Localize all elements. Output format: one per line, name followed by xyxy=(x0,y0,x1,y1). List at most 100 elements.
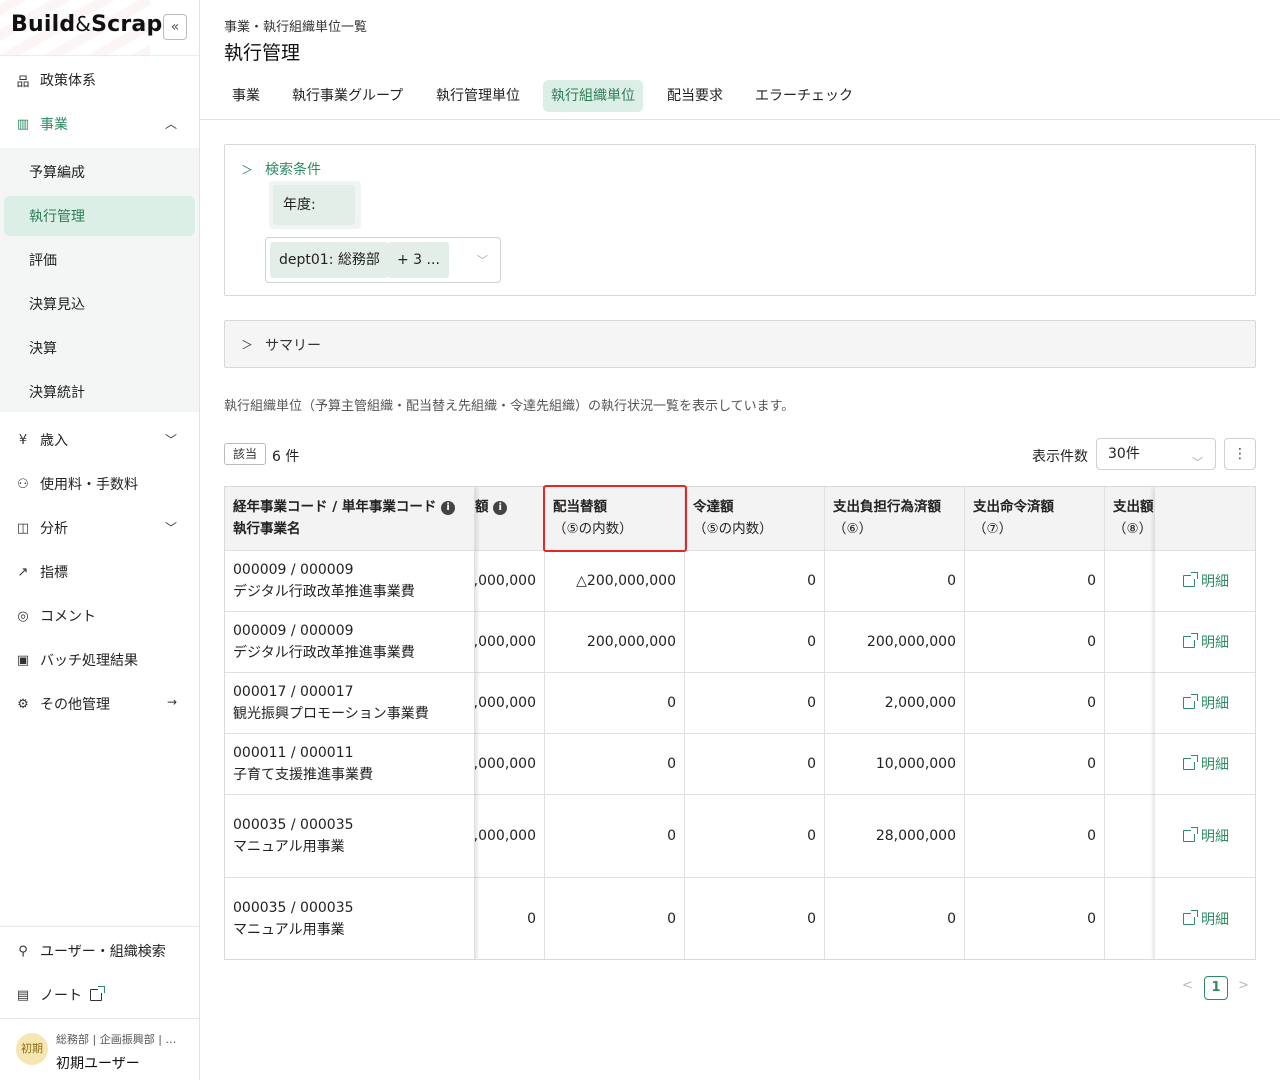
hierarchy-icon: 品 xyxy=(16,74,30,90)
sidebar-subitem-execution[interactable]: 執行管理 xyxy=(4,196,195,236)
row-detail-link[interactable]: 明細 xyxy=(1155,551,1255,612)
external-link-icon xyxy=(1183,755,1198,770)
summary-panel[interactable]: ＞ サマリー xyxy=(224,320,1256,368)
row-code: 000009 / 000009 xyxy=(233,562,354,578)
row-detail-link[interactable]: 明細 xyxy=(1155,878,1255,959)
table-header-remittance: 令達額 （⑤の内数） xyxy=(685,487,825,551)
table-header-commitment: 支出負担行為済額 （⑥） xyxy=(825,487,965,551)
sidebar-item-revenue[interactable]: ¥ 歳入 ﹀ xyxy=(0,420,199,460)
yen-icon: ¥ xyxy=(18,432,28,448)
per-page-select[interactable]: 30件 ﹀ xyxy=(1096,438,1216,470)
chevron-up-icon: ︿ xyxy=(164,117,177,131)
row-amount-cell: 0 xyxy=(825,878,965,959)
app-logo[interactable]: Build&Scrap xyxy=(11,12,162,37)
department-select[interactable]: dept01: 総務部 + 3 ... ﹀ xyxy=(265,237,501,283)
sidebar-item-label: 事業 xyxy=(40,117,68,133)
sidebar-item-user-search[interactable]: ⚲ ユーザー・組織検索 xyxy=(0,931,199,971)
row-amount-cell: 0 xyxy=(685,795,825,878)
header-sublabel: （⑦） xyxy=(973,521,1013,537)
detail-label: 明細 xyxy=(1201,829,1229,845)
chevron-right-icon[interactable]: ＞ xyxy=(241,161,253,178)
row-detail-link[interactable]: 明細 xyxy=(1155,612,1255,673)
table-header-partial: 額 i xyxy=(475,487,545,551)
detail-label: 明細 xyxy=(1201,696,1229,712)
row-amount-cell: 0 xyxy=(685,734,825,795)
external-link-icon xyxy=(1183,910,1198,925)
sidebar-subitem-forecast[interactable]: 決算見込 xyxy=(4,284,195,324)
sidebar-item-indicators[interactable]: ↗ 指標 xyxy=(0,552,199,592)
tab-allocation-request[interactable]: 配当要求 xyxy=(659,80,731,112)
header-label: 支出命令済額 xyxy=(973,499,1054,515)
sidebar-item-analysis[interactable]: ◫ 分析 ﹀ xyxy=(0,508,199,548)
search-conditions-title[interactable]: 検索条件 xyxy=(265,159,321,179)
sidebar-item-label: 使用料・手数料 xyxy=(40,477,138,493)
row-amount-cell: 0 xyxy=(685,673,825,734)
tab-execution-org-unit[interactable]: 執行組織単位 xyxy=(543,80,643,112)
year-filter-value: 年度: 2026 xyxy=(273,185,355,253)
fixed-name-column: 経年事業コード / 単年事業コード i 執行事業名 000009 / 00000… xyxy=(225,487,475,959)
row-name: デジタル行政改革推進事業費 xyxy=(233,645,415,661)
analysis-icon: ◫ xyxy=(16,520,30,536)
sidebar-item-label: ユーザー・組織検索 xyxy=(40,944,166,960)
row-amount-cell: 0 xyxy=(965,551,1105,612)
info-icon[interactable]: i xyxy=(493,501,508,515)
row-detail-link[interactable]: 明細 xyxy=(1155,795,1255,878)
row-partial-amount: 0,000,000 xyxy=(475,612,545,673)
bar-chart-icon: ▥ xyxy=(16,116,30,132)
sidebar-subitem-settlement[interactable]: 決算 xyxy=(4,328,195,368)
sidebar-item-business[interactable]: ▥ 事業 ︿ xyxy=(0,104,199,144)
tab-execution-management-unit[interactable]: 執行管理単位 xyxy=(428,80,528,112)
row-code: 000035 / 000035 xyxy=(233,817,354,833)
header-partial-label: 額 xyxy=(475,499,489,515)
sidebar-item-fees[interactable]: ⚇ 使用料・手数料 xyxy=(0,464,199,504)
breadcrumb: 事業・執行組織単位一覧 xyxy=(224,20,368,35)
sidebar-item-label: ノート xyxy=(40,988,82,1004)
sidebar-item-notes[interactable]: ▤ ノート xyxy=(0,975,199,1015)
table-header-payment-order: 支出命令済額 （⑦） xyxy=(965,487,1105,551)
row-name: マニュアル用事業 xyxy=(233,839,345,855)
search-conditions-panel: ＞ 検索条件 年度: 2026 dept01: 総務部 + 3 ... ﹀ xyxy=(224,144,1256,296)
trend-icon: ↗ xyxy=(17,564,29,580)
book-icon: ▤ xyxy=(16,987,30,1003)
avatar: 初期 xyxy=(16,1033,48,1065)
header-sublabel: （⑤の内数） xyxy=(553,521,633,537)
sidebar-item-label: 歳入 xyxy=(40,433,68,449)
search-icon: ⚲ xyxy=(18,943,28,959)
sidebar-item-other[interactable]: ⚙ その他管理 → xyxy=(0,684,199,724)
table-row-name-cell: 000035 / 000035 マニュアル用事業 xyxy=(225,795,475,878)
user-profile[interactable]: 初期 総務部 | 企画振興部 | … 初期ユーザー xyxy=(0,1018,199,1080)
header-label: 支出負担行為済額 xyxy=(833,499,941,515)
external-link-icon xyxy=(1183,633,1198,648)
sidebar-item-policy[interactable]: 品 政策体系 xyxy=(0,60,199,100)
sidebar-subitem-evaluation[interactable]: 評価 xyxy=(4,240,195,280)
sidebar-subitem-statistics[interactable]: 決算統計 xyxy=(4,372,195,412)
row-detail-link[interactable]: 明細 xyxy=(1155,673,1255,734)
info-icon[interactable]: i xyxy=(441,501,456,515)
collapse-sidebar-button[interactable]: « xyxy=(163,14,187,40)
header-name-label: 執行事業名 xyxy=(233,521,301,537)
row-code: 000035 / 000035 xyxy=(233,900,354,916)
row-name: マニュアル用事業 xyxy=(233,922,345,938)
sidebar-item-label: 分析 xyxy=(40,521,68,537)
pagination-next[interactable]: > xyxy=(1238,978,1249,993)
more-options-button[interactable]: ⋮ xyxy=(1224,438,1256,470)
sidebar-subitem-budget[interactable]: 予算編成 xyxy=(4,152,195,192)
year-filter-chip[interactable]: 年度: 2026 xyxy=(269,181,361,253)
per-page-value: 30件 xyxy=(1108,446,1140,462)
sidebar-item-comments[interactable]: ◎ コメント xyxy=(0,596,199,636)
pagination-prev[interactable]: < xyxy=(1182,978,1193,993)
sidebar-item-batch[interactable]: ▣ バッチ処理結果 xyxy=(0,640,199,680)
tab-business[interactable]: 事業 xyxy=(224,80,268,112)
row-detail-link[interactable]: 明細 xyxy=(1155,734,1255,795)
logo-text-amp: & xyxy=(75,12,92,36)
row-amount-cell: 0 xyxy=(965,673,1105,734)
sidebar-item-label: コメント xyxy=(40,609,96,625)
tab-error-check[interactable]: エラーチェック xyxy=(747,80,861,112)
header-label: 令達額 xyxy=(693,499,734,515)
pagination-page[interactable]: 1 xyxy=(1204,976,1228,1000)
terminal-icon: ▣ xyxy=(16,652,30,668)
detail-label: 明細 xyxy=(1201,635,1229,651)
row-partial-amount: 0 xyxy=(475,878,545,959)
tab-execution-group[interactable]: 執行事業グループ xyxy=(284,80,411,112)
per-page-label: 表示件数 xyxy=(1032,449,1088,465)
